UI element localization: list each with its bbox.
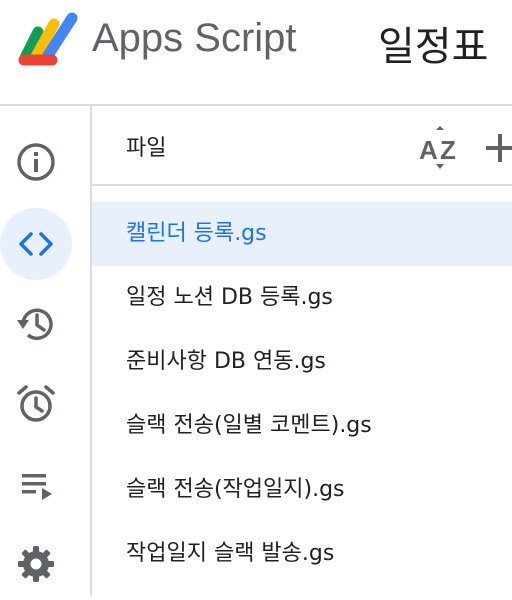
file-item[interactable]: 캘린더 등록.gs	[92, 202, 512, 266]
file-list: 캘린더 등록.gs 일정 노션 DB 등록.gs 준비사항 DB 연동.gs 슬랙 전…	[92, 202, 512, 586]
file-item[interactable]: 슬랙 전송(일별 코멘트).gs	[92, 394, 512, 458]
code-icon	[19, 232, 53, 256]
sort-az-icon[interactable]: A Z	[418, 126, 462, 170]
add-file-button[interactable]	[484, 128, 512, 168]
file-item[interactable]: 슬랙 전송(작업일지).gs	[92, 458, 512, 522]
file-item[interactable]: 일정 노션 DB 등록.gs	[92, 266, 512, 330]
info-icon	[17, 143, 55, 181]
files-panel: 파일 A Z 캘린더 등록.gs 일정 노션 DB 등록.gs 준비사항 DB 연동…	[92, 106, 512, 596]
editor-button[interactable]	[0, 208, 72, 280]
files-header: 파일 A Z	[92, 106, 512, 186]
file-item[interactable]: 작업일지 슬랙 발송.gs	[92, 522, 512, 586]
executions-button[interactable]	[0, 288, 72, 360]
history-icon	[17, 308, 53, 341]
side-rail	[0, 106, 92, 596]
alarm-icon	[17, 385, 55, 422]
playlist-icon	[22, 474, 52, 500]
apps-script-logo[interactable]	[12, 10, 82, 70]
svg-text:A: A	[419, 135, 438, 165]
gear-icon	[18, 546, 54, 582]
project-settings-list-button[interactable]	[0, 448, 72, 520]
file-item[interactable]: 준비사항 DB 연동.gs	[92, 330, 512, 394]
app-name: Apps Script	[92, 16, 297, 60]
files-title: 파일	[126, 136, 167, 161]
overview-button[interactable]	[0, 126, 72, 198]
app-header: Apps Script 일정표	[0, 0, 512, 106]
settings-button[interactable]	[0, 528, 72, 600]
svg-text:Z: Z	[440, 135, 456, 165]
project-title[interactable]: 일정표	[378, 14, 488, 72]
triggers-button[interactable]	[0, 368, 72, 440]
